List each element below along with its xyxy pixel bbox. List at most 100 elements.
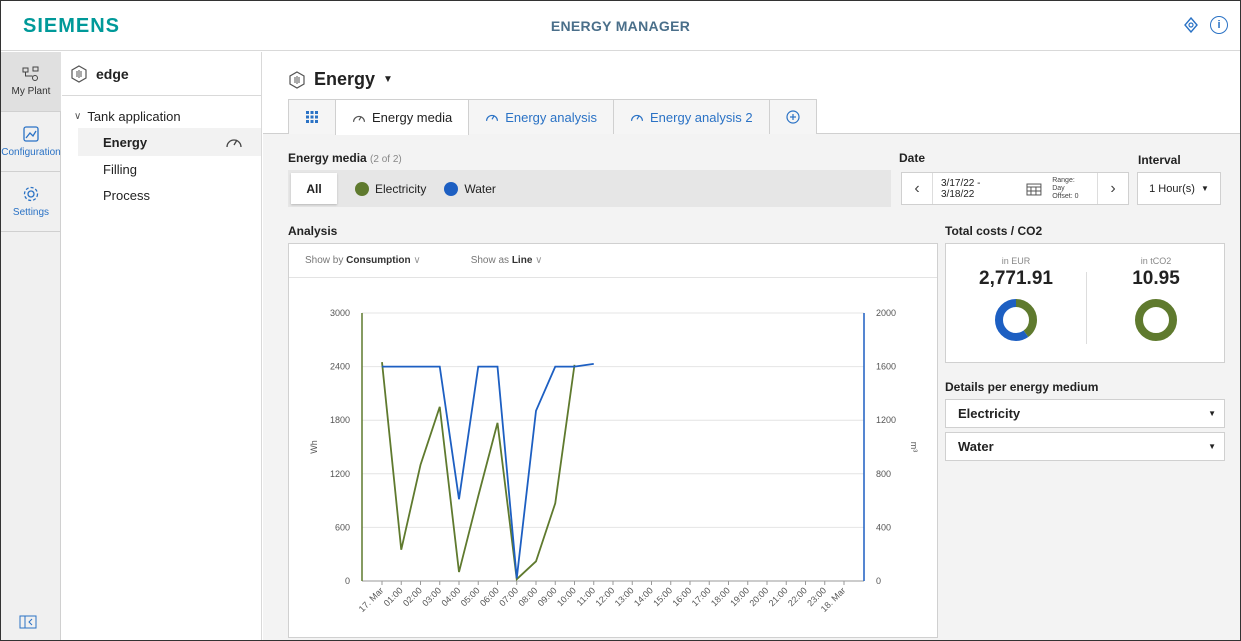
sync-icon[interactable] xyxy=(1182,16,1200,34)
x-tick-label: 15:00 xyxy=(651,585,674,608)
page-header: Energy ▼ Energy media Energy analysis En… xyxy=(263,52,1240,135)
energy-media-count: (2 of 2) xyxy=(370,154,402,165)
detail-label: Water xyxy=(958,439,994,454)
y-tick-label: 1200 xyxy=(330,469,350,479)
configuration-icon xyxy=(23,126,39,142)
interval-label: Interval xyxy=(1138,153,1181,167)
tree-item-energy[interactable]: Energy xyxy=(78,128,261,156)
gauge-icon xyxy=(352,115,366,122)
range-text: Range: Day xyxy=(1052,176,1075,192)
energy-media-filter: All Electricity Water xyxy=(288,170,891,207)
page-title[interactable]: Energy ▼ xyxy=(288,69,393,90)
co2-unit-label: in tCO2 xyxy=(1140,256,1172,266)
tree-item-process[interactable]: Process xyxy=(62,182,261,208)
energy-media-title: Energy media xyxy=(288,151,367,165)
app-title: ENERGY MANAGER xyxy=(550,18,691,34)
filter-label: Water xyxy=(464,181,496,196)
top-icons: i xyxy=(1182,16,1228,34)
y2-tick-label: 800 xyxy=(876,469,891,479)
y-tick-label: 0 xyxy=(345,576,350,586)
nav-settings[interactable]: Settings xyxy=(1,172,61,232)
tree-item-tank-application[interactable]: ∨ Tank application xyxy=(62,104,261,128)
page-title-label: Energy xyxy=(314,69,376,89)
filter-water[interactable]: Water xyxy=(444,181,496,196)
y2-tick-label: 2000 xyxy=(876,308,896,318)
y2-axis-label: m³ xyxy=(909,442,919,453)
totals-label: Total costs / CO2 xyxy=(945,224,1043,238)
cost-value: 2,771.91 xyxy=(979,268,1053,289)
calendar-icon xyxy=(1026,183,1042,195)
x-tick-label: 03:00 xyxy=(420,585,443,608)
series-line-electricity xyxy=(381,362,576,582)
add-icon xyxy=(786,110,800,124)
asset-tree: edge ∨ Tank application Energy Filling P… xyxy=(62,52,262,640)
tab-energy-media[interactable]: Energy media xyxy=(335,99,470,135)
show-by-value: Consumption xyxy=(346,255,411,266)
co2-column: in tCO2 10.95 xyxy=(1086,256,1226,349)
info-icon[interactable]: i xyxy=(1210,16,1228,34)
show-as-select[interactable]: Show as Line ∨ xyxy=(471,255,543,266)
prev-date-button[interactable]: ‹ xyxy=(902,180,932,198)
tab-energy-analysis-2[interactable]: Energy analysis 2 xyxy=(613,99,770,134)
tree-item-filling[interactable]: Filling xyxy=(62,156,261,182)
x-tick-label: 07:00 xyxy=(497,585,520,608)
x-tick-label: 11:00 xyxy=(575,585,598,608)
filter-electricity[interactable]: Electricity xyxy=(355,181,426,196)
tab-add[interactable] xyxy=(768,99,817,134)
x-tick-label: 19:00 xyxy=(728,585,751,608)
next-date-button[interactable]: › xyxy=(1098,180,1128,198)
tree-root[interactable]: edge xyxy=(62,52,261,96)
tab-energy-analysis[interactable]: Energy analysis xyxy=(468,99,614,134)
cost-donut xyxy=(995,299,1037,341)
details-label: Details per energy medium xyxy=(945,380,1099,394)
chevron-down-icon: ∨ xyxy=(413,255,421,266)
y-tick-label: 3000 xyxy=(330,308,350,318)
x-tick-label: 14:00 xyxy=(632,585,655,608)
x-tick-label: 12:00 xyxy=(593,585,616,608)
nav-my-plant[interactable]: My Plant xyxy=(1,52,61,112)
electricity-segment xyxy=(1135,299,1177,341)
tab-overview[interactable] xyxy=(288,99,336,134)
chevron-down-icon: ∨ xyxy=(74,110,82,122)
gauge-icon xyxy=(486,114,499,121)
analysis-panel: Show by Consumption ∨ Show as Line ∨ 0 60… xyxy=(288,243,938,638)
nav-configuration[interactable]: Configuration xyxy=(1,112,61,172)
top-bar: SIEMENS ENERGY MANAGER i xyxy=(1,1,1240,51)
y-tick-label: 2400 xyxy=(330,362,350,372)
y-tick-label: 600 xyxy=(335,522,350,532)
x-tick-label: 22:00 xyxy=(786,585,809,608)
x-tick-label: 18:00 xyxy=(709,585,732,608)
x-tick-label: 01:00 xyxy=(382,585,405,608)
y2-tick-label: 1200 xyxy=(876,415,896,425)
show-by-select[interactable]: Show by Consumption ∨ xyxy=(305,255,421,266)
grid-icon xyxy=(306,111,318,123)
plant-icon xyxy=(22,66,39,81)
date-label: Date xyxy=(899,151,926,165)
detail-water-select[interactable]: Water ▼ xyxy=(945,432,1225,461)
y-axis-label: Wh xyxy=(309,440,319,454)
tree-root-label: edge xyxy=(96,65,129,82)
filter-all-button[interactable]: All xyxy=(291,173,337,204)
detail-label: Electricity xyxy=(958,406,1021,421)
x-tick-label: 06:00 xyxy=(478,585,501,608)
caret-down-icon: ▼ xyxy=(1200,184,1209,193)
x-tick-label: 21:00 xyxy=(767,585,790,608)
asset-icon xyxy=(289,70,305,89)
collapse-nav-icon[interactable] xyxy=(19,615,37,634)
interval-select[interactable]: 1 Hour(s) ▼ xyxy=(1137,172,1221,205)
date-range[interactable]: 3/17/22 - 3/18/22 Range: Day Offset: 0 xyxy=(932,173,1098,204)
x-tick-label: 02:00 xyxy=(401,585,424,608)
x-tick-label: 09:00 xyxy=(536,585,559,608)
nav-label: Settings xyxy=(12,207,50,218)
caret-down-icon: ▼ xyxy=(1208,442,1216,451)
detail-electricity-select[interactable]: Electricity ▼ xyxy=(945,399,1225,428)
water-dot xyxy=(444,181,459,196)
energy-media-label: Energy media (2 of 2) xyxy=(288,151,402,165)
totals-panel: in EUR 2,771.91 in tCO2 10.95 xyxy=(945,243,1225,363)
show-as-prefix: Show as xyxy=(470,255,510,266)
tab-label: Energy analysis xyxy=(505,109,597,125)
gauge-icon xyxy=(226,139,242,148)
x-tick-label: 20:00 xyxy=(747,585,770,608)
y2-tick-label: 1600 xyxy=(876,362,896,372)
cost-column: in EUR 2,771.91 xyxy=(946,256,1086,349)
